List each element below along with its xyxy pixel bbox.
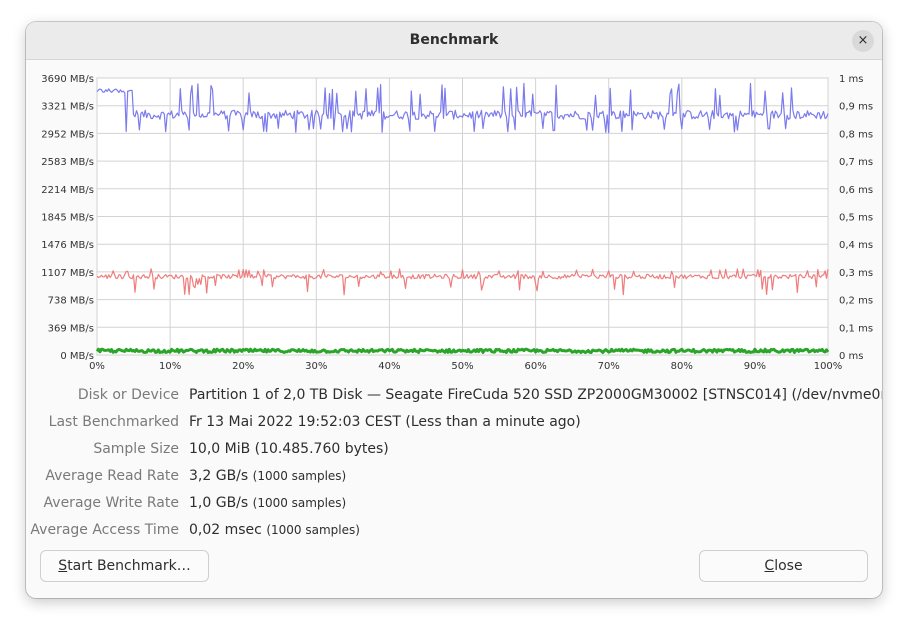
access-time-value-wrap: 0,02 msec (1000 samples) bbox=[189, 518, 360, 542]
x-tick-label: 40% bbox=[378, 361, 400, 370]
close-button[interactable]: Close bbox=[699, 550, 868, 582]
y-right-tick-label: 0,3 ms bbox=[839, 268, 873, 279]
write-rate-label: Average Write Rate bbox=[43, 495, 179, 511]
start-benchmark-label: tart Benchmark… bbox=[67, 558, 191, 574]
series-access-line bbox=[95, 347, 830, 354]
y-right-tick-label: 0 ms bbox=[839, 351, 864, 362]
benchmark-chart: 3690 MB/s 1 ms 3321 MB/s 0,9 ms 2952 MB/s 0,8… bbox=[26, 60, 882, 372]
last-benchmarked-label: Last Benchmarked bbox=[48, 414, 179, 430]
write-rate-samples: (1000 samples) bbox=[252, 496, 347, 510]
x-tick-label: 50% bbox=[451, 361, 473, 370]
y-left-tick-label: 2214 MB/s bbox=[41, 185, 94, 196]
sample-size-label: Sample Size bbox=[93, 441, 179, 457]
read-rate-value-wrap: 3,2 GB/s (1000 samples) bbox=[189, 464, 346, 488]
write-rate-value: 1,0 GB/s bbox=[189, 495, 249, 511]
window-title: Benchmark bbox=[409, 32, 499, 48]
y-right-tick-label: 0,7 ms bbox=[839, 157, 873, 168]
disk-row: Disk or Device Partition 1 of 2,0 TB Dis… bbox=[26, 383, 882, 407]
read-rate-value: 3,2 GB/s bbox=[189, 468, 249, 484]
x-tick-label: 60% bbox=[524, 361, 546, 370]
x-tick-label: 90% bbox=[744, 361, 766, 370]
close-mnemonic: C bbox=[764, 558, 775, 574]
read-rate-label: Average Read Rate bbox=[45, 468, 179, 484]
y-left-tick-label: 738 MB/s bbox=[48, 296, 94, 307]
access-time-row: Average Access Time 0,02 msec (1000 samp… bbox=[26, 518, 882, 542]
y-left-tick-label: 1845 MB/s bbox=[41, 213, 94, 224]
x-tick-label: 0% bbox=[89, 361, 105, 370]
access-time-label: Average Access Time bbox=[30, 522, 179, 538]
x-tick-label: 100% bbox=[814, 361, 843, 370]
y-right-tick-label: 0,4 ms bbox=[839, 240, 873, 251]
x-tick-label: 10% bbox=[159, 361, 181, 370]
y-right-tick-label: 1 ms bbox=[839, 74, 864, 85]
start-benchmark-mnemonic: S bbox=[58, 558, 68, 574]
sample-size-value: 10,0 MiB (10.485.760 bytes) bbox=[189, 441, 389, 457]
x-tick-label: 30% bbox=[305, 361, 327, 370]
x-tick-label: 20% bbox=[232, 361, 254, 370]
benchmark-chart-svg: 3690 MB/s 1 ms 3321 MB/s 0,9 ms 2952 MB/s 0,8… bbox=[41, 74, 873, 372]
y-right-tick-label: 0,2 ms bbox=[839, 296, 873, 307]
disk-label: Disk or Device bbox=[77, 387, 179, 403]
y-left-tick-label: 1476 MB/s bbox=[41, 240, 94, 251]
close-label: lose bbox=[774, 558, 803, 574]
y-right-tick-label: 0,5 ms bbox=[839, 213, 873, 224]
disk-value: Partition 1 of 2,0 TB Disk — Seagate Fir… bbox=[189, 387, 882, 403]
access-time-samples: (1000 samples) bbox=[266, 523, 360, 537]
access-time-value: 0,02 msec bbox=[189, 522, 262, 538]
y-left-tick-label: 3321 MB/s bbox=[41, 102, 94, 113]
write-rate-row: Average Write Rate 1,0 GB/s (1000 sample… bbox=[26, 491, 882, 515]
y-right-tick-label: 0,1 ms bbox=[839, 323, 873, 334]
x-tick-label: 70% bbox=[598, 361, 620, 370]
start-benchmark-button[interactable]: Start Benchmark… bbox=[40, 550, 209, 582]
benchmark-dialog: Benchmark × 3690 MB/s 1 ms 3321 MB/s 0,9 ms… bbox=[26, 22, 882, 598]
y-left-tick-label: 2952 MB/s bbox=[41, 129, 94, 140]
y-right-tick-label: 0,6 ms bbox=[839, 185, 873, 196]
y-left-tick-label: 3690 MB/s bbox=[41, 74, 94, 85]
sample-size-row: Sample Size 10,0 MiB (10.485.760 bytes) bbox=[26, 437, 882, 461]
y-right-tick-label: 0,9 ms bbox=[839, 102, 873, 113]
y-right-tick-label: 0,8 ms bbox=[839, 129, 873, 140]
y-left-tick-label: 369 MB/s bbox=[48, 323, 94, 334]
title-bar: Benchmark × bbox=[26, 22, 882, 60]
read-rate-row: Average Read Rate 3,2 GB/s (1000 samples… bbox=[26, 464, 882, 488]
read-rate-samples: (1000 samples) bbox=[252, 469, 347, 483]
last-benchmarked-value: Fr 13 Mai 2022 19:52:03 CEST (Less than … bbox=[189, 414, 581, 430]
last-benchmarked-row: Last Benchmarked Fr 13 Mai 2022 19:52:03… bbox=[26, 410, 882, 434]
y-left-tick-label: 1107 MB/s bbox=[41, 268, 94, 279]
x-tick-label: 80% bbox=[671, 361, 693, 370]
y-left-tick-label: 2583 MB/s bbox=[41, 157, 94, 168]
close-icon[interactable]: × bbox=[852, 30, 874, 52]
write-rate-value-wrap: 1,0 GB/s (1000 samples) bbox=[189, 491, 346, 515]
